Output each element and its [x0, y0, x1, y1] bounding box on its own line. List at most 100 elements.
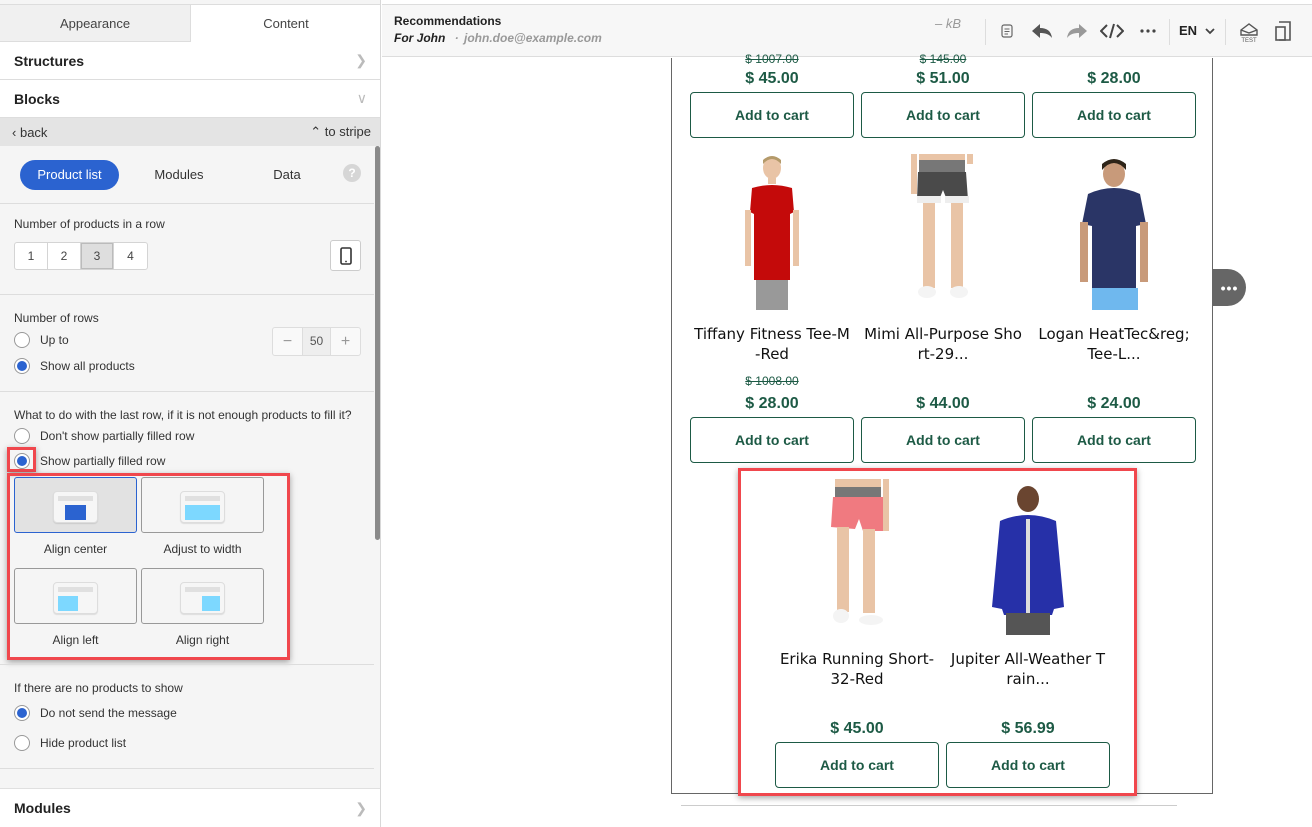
highlight-box — [7, 447, 36, 472]
radio-circle — [14, 332, 30, 348]
highlight-box — [7, 473, 290, 660]
blocks-accordion[interactable]: Blocks ∨ — [0, 80, 380, 118]
radio-label: Show partially filled row — [40, 454, 166, 468]
radio-circle — [14, 705, 30, 721]
increment-button[interactable]: + — [331, 328, 360, 355]
add-to-cart-button[interactable]: Add to cart — [861, 92, 1025, 138]
back-label: back — [19, 124, 48, 140]
message-size: – kB — [935, 16, 962, 31]
old-price: $ 1008.00 — [745, 374, 799, 388]
separator — [1169, 19, 1170, 45]
back-button[interactable]: ‹ back — [12, 125, 47, 140]
products-in-row-4[interactable]: 4 — [114, 243, 147, 269]
radio-do-not-send[interactable]: Do not send the message — [14, 705, 177, 721]
products-in-row-1[interactable]: 1 — [15, 243, 48, 269]
more-icon[interactable] — [1136, 19, 1160, 43]
redo-icon[interactable] — [1065, 19, 1089, 43]
radio-label: Hide product list — [40, 736, 127, 750]
scrollbar[interactable] — [375, 146, 380, 540]
radio-up-to[interactable]: Up to — [14, 332, 69, 348]
recipient-name: For John — [394, 31, 446, 45]
divider — [0, 768, 374, 769]
mobile-icon — [339, 246, 352, 265]
segment-data[interactable]: Data — [256, 160, 318, 190]
no-products-label: If there are no products to show — [14, 681, 183, 695]
language-selector[interactable]: EN — [1179, 23, 1215, 38]
product-name[interactable]: Tiffany Fitness Tee-M -Red — [690, 324, 854, 364]
structures-label: Structures — [14, 52, 85, 69]
rows-value[interactable]: 50 — [302, 328, 331, 355]
chevron-down-icon: ∨ — [356, 90, 367, 106]
editor-header: Recommendations For John · john.doe@exam… — [382, 4, 1312, 57]
message-title: Recommendations — [394, 14, 502, 28]
radio-dont-show-partial[interactable]: Don't show partially filled row — [14, 428, 194, 444]
mobile-preview-icon[interactable] — [1271, 19, 1295, 43]
old-price: $ 145.00 — [919, 52, 967, 66]
block-more-button[interactable]: ••• — [1213, 269, 1246, 306]
notes-icon[interactable] — [995, 19, 1019, 43]
code-icon[interactable] — [1100, 19, 1124, 43]
rows-label: Number of rows — [14, 311, 99, 325]
help-icon[interactable]: ? — [343, 164, 361, 182]
radio-circle — [14, 428, 30, 444]
separator — [985, 19, 986, 45]
tab-content[interactable]: Content — [191, 5, 380, 42]
chevron-right-icon: ❯ — [355, 799, 367, 816]
radio-label: Don't show partially filled row — [40, 429, 195, 443]
add-to-cart-button[interactable]: Add to cart — [1032, 92, 1196, 138]
chevron-right-icon: ❯ — [355, 52, 367, 68]
undo-icon[interactable] — [1030, 19, 1054, 43]
add-to-cart-button[interactable]: Add to cart — [690, 417, 854, 463]
chevron-down-icon — [1205, 28, 1215, 35]
rows-stepper: − 50 + — [272, 327, 361, 356]
decrement-button[interactable]: − — [273, 328, 302, 355]
products-in-row-2[interactable]: 2 — [48, 243, 81, 269]
divider — [0, 664, 374, 665]
tab-appearance[interactable]: Appearance — [0, 5, 191, 42]
segment-product-list[interactable]: Product list — [20, 160, 119, 190]
highlight-box — [738, 468, 1137, 796]
product-name[interactable]: Logan HeatTec&reg; Tee-L... — [1032, 324, 1196, 364]
product-image-logan-tee[interactable] — [1032, 154, 1196, 310]
recipient-email: john.doe@example.com — [464, 31, 602, 45]
product-price: $ 51.00 — [916, 70, 970, 87]
divider — [0, 391, 374, 392]
email-canvas: $ 1007.00 $ 145.00 $ 45.00 $ 51.00 $ 28.… — [382, 52, 1312, 827]
products-in-row-3[interactable]: 3 — [81, 243, 114, 269]
modules-label: Modules — [14, 800, 71, 816]
back-bar: ‹ back ⌃ to stripe — [0, 118, 380, 146]
products-in-row-selector: 1 2 3 4 — [14, 242, 148, 270]
product-image-tiffany-tee[interactable] — [690, 154, 854, 310]
chevron-left-icon: ‹ — [12, 124, 17, 140]
segment-modules[interactable]: Modules — [138, 160, 220, 190]
svg-text:TEST: TEST — [1241, 38, 1257, 43]
radio-label: Up to — [40, 333, 69, 347]
radio-show-partial[interactable]: Show partially filled row — [14, 453, 165, 469]
recipient-email-prefix: · — [454, 31, 459, 45]
divider — [0, 294, 374, 295]
add-to-cart-button[interactable]: Add to cart — [690, 92, 854, 138]
product-name[interactable]: Mimi All-Purpose Sho rt-29... — [861, 324, 1025, 364]
settings-scroll-area: Product list Modules Data ? Number of pr… — [0, 146, 374, 787]
product-price: $ 24.00 — [1087, 395, 1141, 412]
product-price: $ 44.00 — [916, 395, 970, 412]
product-price: $ 45.00 — [745, 70, 799, 87]
panel-tabs: Appearance Content — [0, 4, 380, 42]
radio-hide-product-list[interactable]: Hide product list — [14, 735, 126, 751]
test-icon[interactable]: TEST — [1236, 19, 1262, 45]
structures-accordion[interactable]: Structures ❯ — [0, 42, 380, 80]
mobile-settings-button[interactable] — [330, 240, 361, 271]
email-bottom-line — [681, 805, 1177, 806]
add-to-cart-button[interactable]: Add to cart — [1032, 417, 1196, 463]
product-price: $ 28.00 — [745, 395, 799, 412]
radio-circle — [14, 735, 30, 751]
add-to-cart-button[interactable]: Add to cart — [861, 417, 1025, 463]
modules-accordion[interactable]: Modules ❯ — [0, 788, 380, 827]
to-stripe-button[interactable]: ⌃ to stripe — [310, 124, 371, 140]
product-image-mimi-short[interactable] — [861, 154, 1025, 310]
products-in-row-label: Number of products in a row — [14, 217, 165, 231]
blocks-label: Blocks — [14, 90, 60, 107]
chevron-up-icon: ⌃ — [310, 124, 322, 139]
radio-show-all-products[interactable]: Show all products — [14, 358, 135, 374]
radio-label: Show all products — [40, 359, 135, 373]
